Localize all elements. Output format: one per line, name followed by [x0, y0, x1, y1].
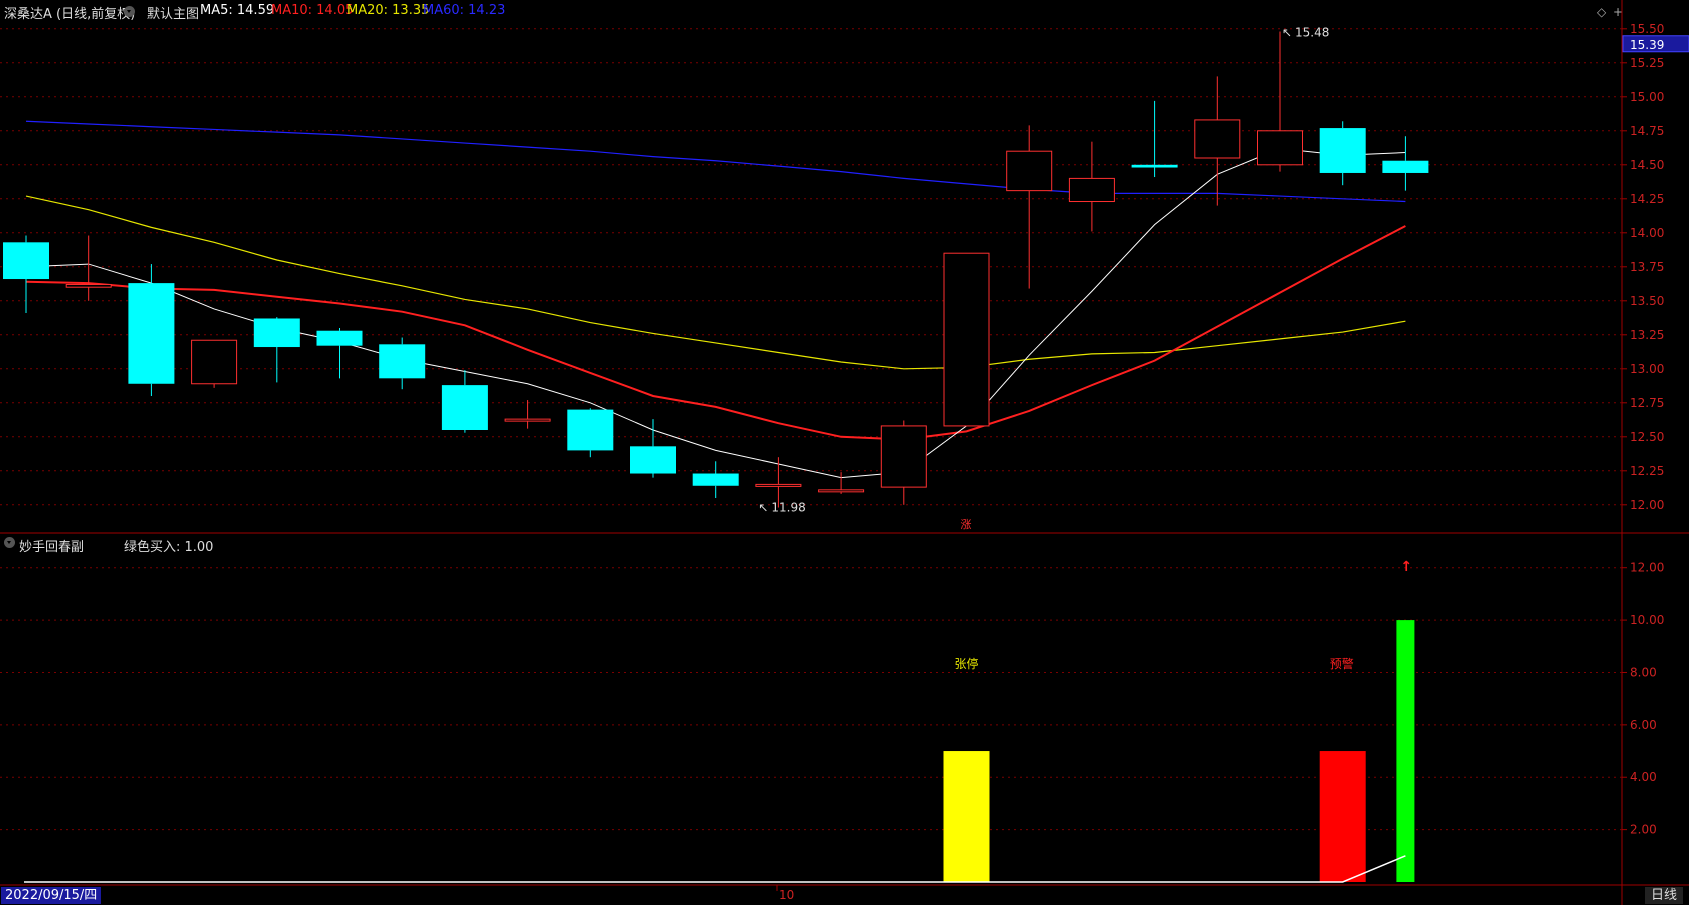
y-tick-label: 8.00 — [1630, 665, 1657, 679]
y-tick-label: 13.25 — [1630, 328, 1664, 342]
y-tick-label: 10.00 — [1630, 613, 1664, 627]
indicator-line — [24, 855, 1406, 883]
x-tick-label: 10 — [779, 888, 794, 902]
y-tick-label: 14.25 — [1630, 192, 1664, 206]
candle-body — [1257, 130, 1303, 166]
timeframe-button[interactable]: 日线 — [1644, 887, 1683, 904]
indicator-bar — [943, 751, 990, 882]
indicator-bar — [1396, 620, 1415, 882]
y-tick-label: 14.75 — [1630, 124, 1664, 138]
y-tick-label: 12.50 — [1630, 430, 1664, 444]
y-tick-label: 14.50 — [1630, 158, 1664, 172]
y-tick-label: 6.00 — [1630, 718, 1657, 732]
indicator-bar — [1319, 751, 1366, 882]
stock-chart-svg[interactable]: 15.50 15.25 15.00 14.75 14.50 14.25 14.00 13.75… — [0, 0, 1689, 905]
signal-yujing: 预警 — [1330, 656, 1354, 671]
signal-zhangting: 张停 — [955, 656, 979, 671]
candle-body — [3, 242, 49, 280]
high-arrow-icon: ↖ — [1282, 26, 1292, 40]
candle-body — [880, 425, 927, 488]
candle-body — [1194, 119, 1241, 159]
y-tick-label: 13.50 — [1630, 294, 1664, 308]
candle-body — [1319, 128, 1366, 173]
y-tick-label: 15.50 — [1630, 22, 1664, 36]
ma10-line — [25, 225, 1406, 441]
y-tick-label: 12.00 — [1630, 561, 1664, 575]
candle-body — [316, 330, 363, 346]
candle-body — [818, 489, 865, 493]
candle-body — [379, 344, 426, 379]
y-tick-label: 12.25 — [1630, 464, 1664, 478]
ma5-line — [25, 147, 1406, 479]
candle-body — [191, 339, 238, 385]
candle-body — [943, 252, 990, 427]
y-tick-label: 2.00 — [1630, 823, 1657, 837]
candle-body — [630, 446, 676, 474]
y-tick-label: 15.25 — [1630, 56, 1664, 70]
candle-body — [128, 283, 175, 384]
y-tick-label: 4.00 — [1630, 770, 1657, 784]
candle-body — [1006, 150, 1053, 192]
candle-body — [755, 483, 802, 487]
buy-arrow-icon: ↑ — [1400, 559, 1412, 575]
high-price-label: 15.48 — [1295, 26, 1329, 40]
candle-body — [692, 473, 739, 486]
y-tick-label: 12.75 — [1630, 396, 1664, 410]
y-tick-label: 12.00 — [1630, 498, 1664, 512]
cursor-date: 2022/09/15/四 — [1, 887, 102, 904]
candle-body — [1131, 164, 1178, 168]
limit-up-marker: 涨 — [961, 518, 972, 531]
candle-body — [1382, 160, 1429, 173]
y-tick-label: 13.75 — [1630, 260, 1664, 274]
current-price-label: 15.39 — [1630, 38, 1664, 52]
y-tick-label: 14.00 — [1630, 226, 1664, 240]
candle-body — [441, 385, 488, 430]
candle-body — [65, 283, 112, 288]
candle-body — [567, 409, 614, 451]
y-tick-label: 15.00 — [1630, 90, 1664, 104]
low-price-label: 11.98 — [771, 501, 805, 515]
candle-body — [1068, 177, 1115, 203]
candle-body — [504, 418, 551, 422]
low-arrow-icon: ↖ — [758, 501, 768, 515]
y-tick-label: 13.00 — [1630, 362, 1664, 376]
candle-body — [253, 318, 300, 348]
